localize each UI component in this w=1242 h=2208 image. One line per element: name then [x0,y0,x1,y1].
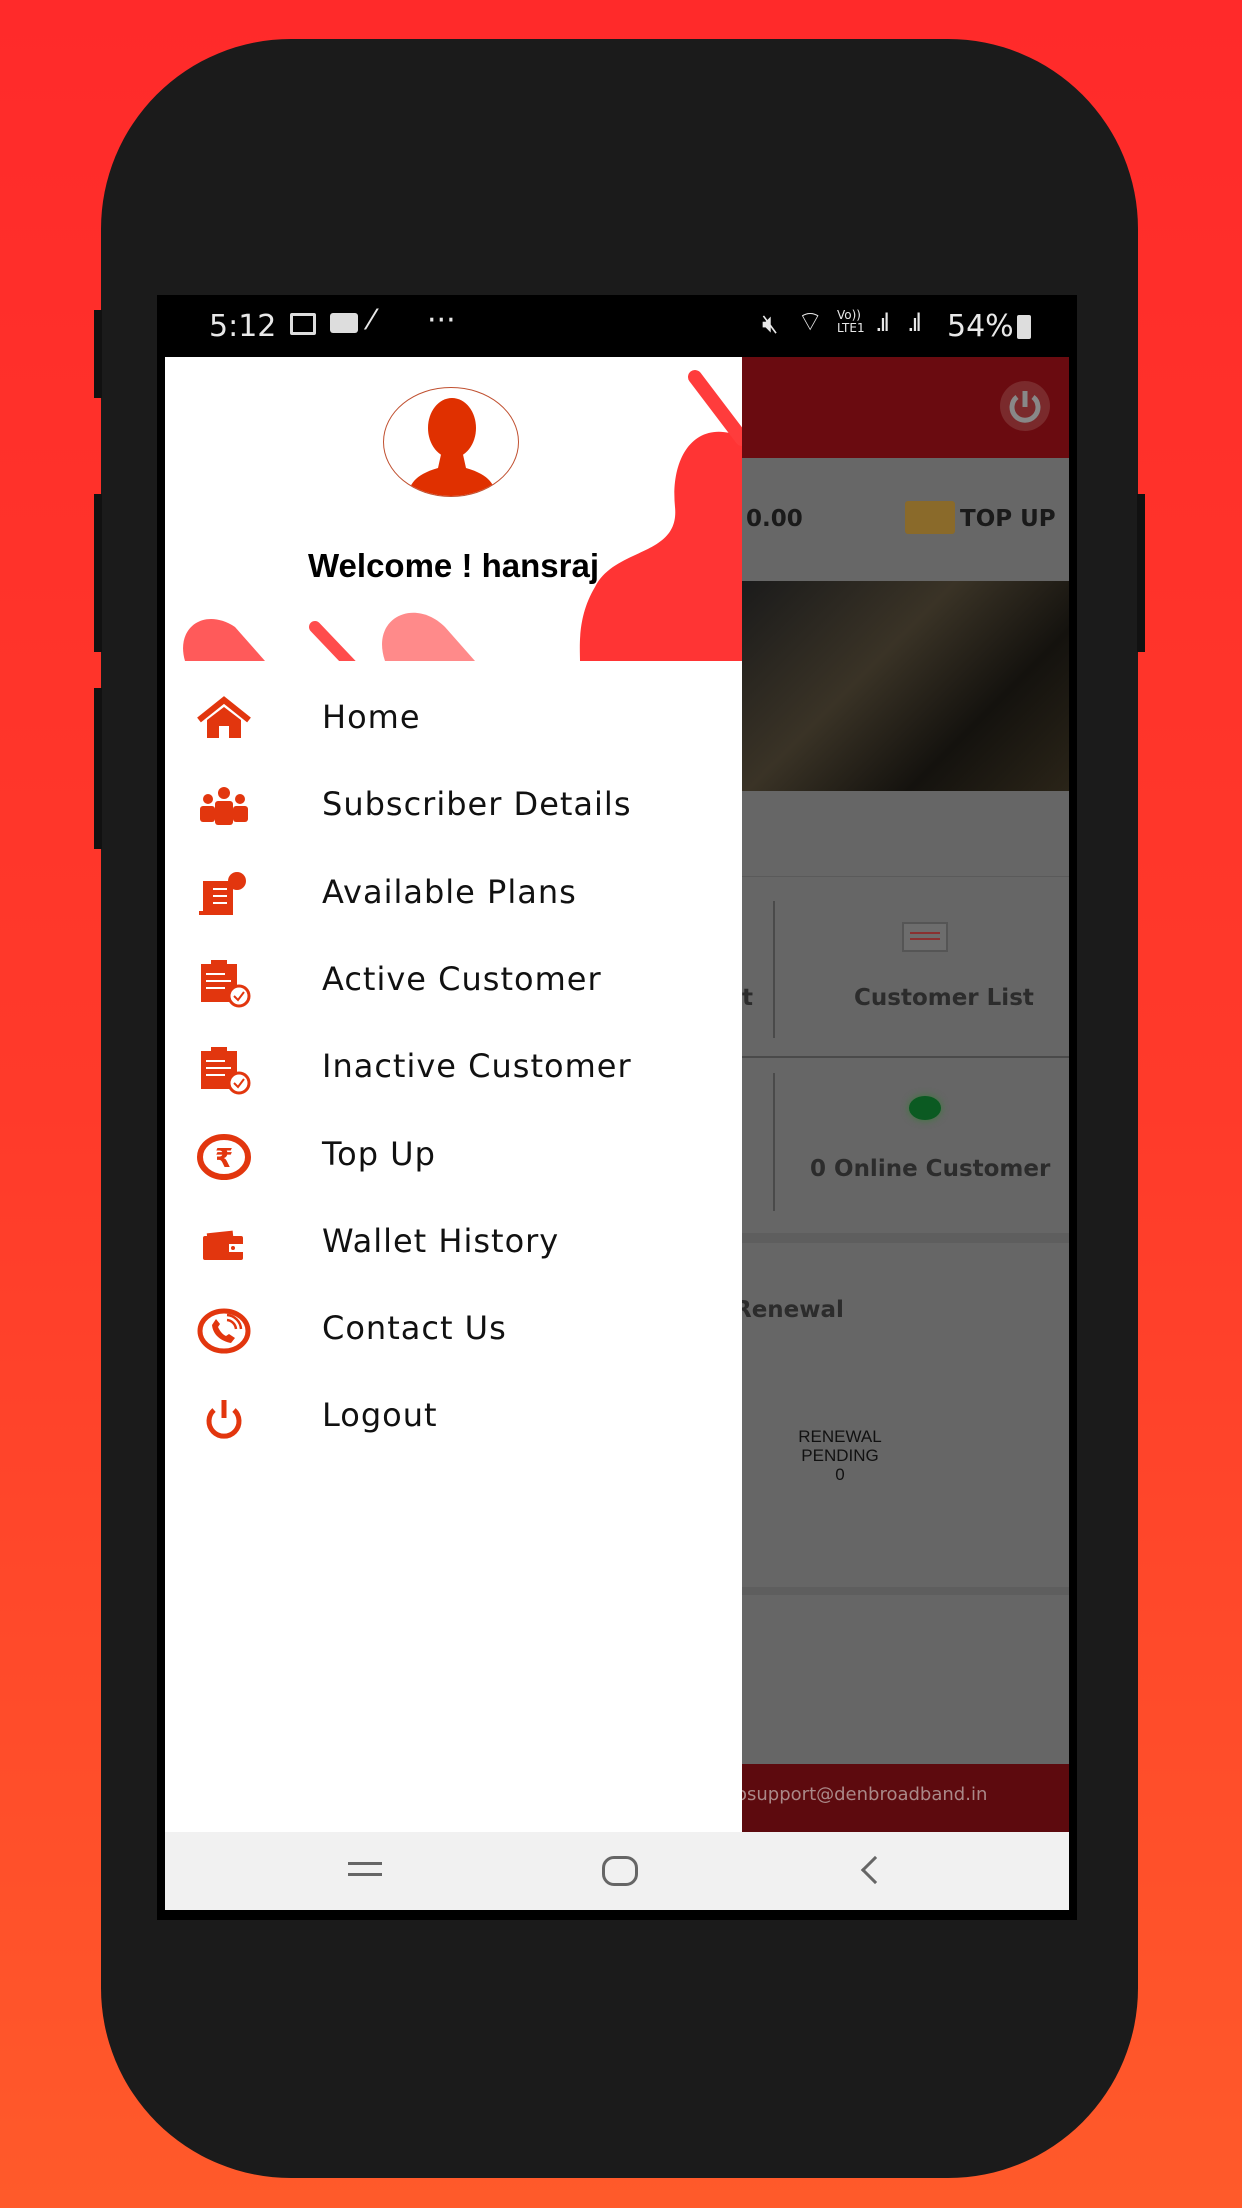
drawer-item-label: Wallet History [322,1221,560,1260]
card-gap [742,1233,1069,1243]
gallery-icon [290,313,316,335]
rupee-icon: ₹ [195,1129,253,1185]
battery-percent: 54% [947,309,1014,344]
clipboard-check-icon [195,954,253,1010]
renewal-pending-count: 0 [835,1465,845,1484]
drawer-item-label: Available Plans [322,872,577,911]
power-button [1137,494,1145,652]
drawer-item-logout[interactable]: Logout [165,1378,742,1458]
dashboard-background: 0.00 TOP UP t Customer List 0 Online Cus… [742,357,1069,1832]
wifi-icon: ⌔ [797,305,824,338]
divider [742,876,1069,877]
drawer-header: Welcome ! hansraj [165,357,742,661]
phone-icon [195,1303,253,1359]
renewal-pending-label: PENDING [801,1446,879,1465]
support-email[interactable]: osupport@denbroadband.in [742,1784,987,1805]
wallet-icon [195,1216,253,1272]
online-customer-button[interactable]: 0 Online Customer [810,1156,1050,1182]
drawer-item-available-plans[interactable]: Available Plans [165,855,742,935]
recent-apps-icon[interactable] [348,1862,382,1876]
customer-list-icon [902,922,948,952]
drawer-item-home[interactable]: Home [165,680,742,760]
card-gap [742,1587,1069,1595]
users-icon [195,779,253,835]
plans-icon [195,867,253,923]
status-bar: 5:12 ⁄ ··· 🔇︎ ⌔ Vo)) LTE1 .ıl .ıl 54% [157,295,1077,357]
renewal-pending-label: RENEWAL [798,1427,882,1446]
magic-wand-icon: ⁄ [369,303,374,336]
app-footer: osupport@denbroadband.in [742,1764,1069,1832]
drawer-item-label: Top Up [322,1134,436,1173]
renewal-pending: RENEWAL PENDING 0 [780,1427,900,1484]
more-icon: ··· [427,303,456,338]
logout-power-icon[interactable] [1000,381,1050,431]
drawer-item-label: Home [322,698,421,736]
drawer-item-label: Logout [322,1396,438,1435]
clipboard-check-icon [195,1041,253,1097]
drawer-item-wallet-history[interactable]: Wallet History [165,1204,742,1284]
top-up-button[interactable]: TOP UP [960,506,1056,532]
tile-label: t [742,985,753,1011]
signal-icon: .ıl [875,309,890,337]
balance-amount: 0.00 [746,506,803,532]
drawer-item-subscriber-details[interactable]: Subscriber Details [165,767,742,847]
volume-button [94,310,102,398]
volte-icon: Vo)) LTE1 [837,308,865,335]
renewal-title: Renewal [742,1297,844,1323]
online-status-dot [909,1096,941,1120]
drawer-item-active-customer[interactable]: Active Customer [165,942,742,1022]
drawer-item-top-up[interactable]: ₹ Top Up [165,1117,742,1197]
welcome-text: Welcome ! hansraj [308,547,599,584]
bixby-button [94,688,102,849]
divider [773,901,775,1038]
avatar[interactable] [383,387,519,497]
wallet-icon [905,501,955,534]
mute-icon: 🔇︎ [762,309,779,339]
message-icon [330,313,358,333]
svg-text:₹: ₹ [215,1144,233,1174]
divider [742,1056,1069,1058]
drawer-item-label: Contact Us [322,1309,507,1348]
back-icon[interactable] [860,1855,890,1885]
drawer-item-label: Active Customer [322,959,602,998]
app-header [742,357,1069,458]
home-nav-icon[interactable] [602,1856,638,1886]
signal-icon: .ıl [907,309,922,337]
battery-charging-icon [1017,315,1031,339]
divider [773,1073,775,1211]
banner-image [742,581,1069,791]
volume-button [94,494,102,652]
system-nav-bar [165,1832,1069,1910]
balance-bar: 0.00 TOP UP [742,458,1069,581]
drawer-item-label: Inactive Customer [322,1047,632,1086]
clock: 5:12 [209,309,277,344]
drawer-item-inactive-customer[interactable]: Inactive Customer [165,1029,742,1109]
navigation-drawer: Welcome ! hansraj Home Subscriber Details… [165,357,742,1832]
customer-list-button[interactable]: Customer List [854,985,1034,1011]
drawer-item-label: Subscriber Details [322,785,632,824]
power-icon [195,1390,253,1446]
drawer-item-contact-us[interactable]: Contact Us [165,1291,742,1371]
home-icon [195,692,253,748]
